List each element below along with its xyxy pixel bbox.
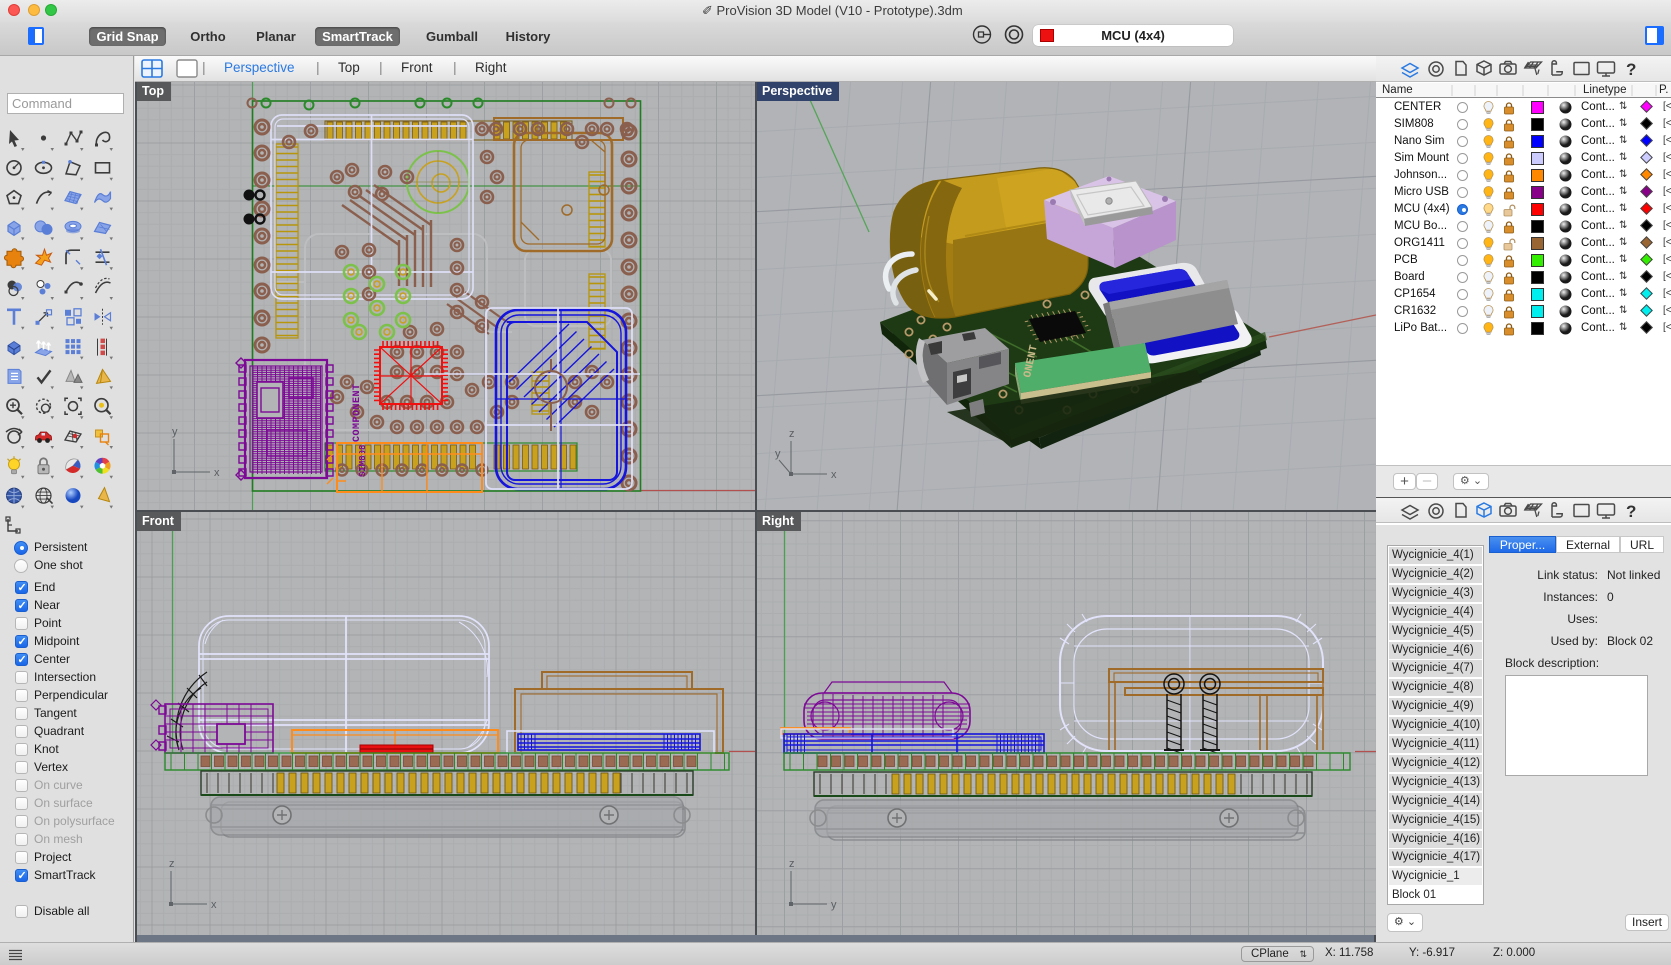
svg-text:?: ? [1626, 502, 1636, 521]
svg-text:y: y [831, 899, 837, 911]
svg-text:z: z [789, 428, 795, 440]
svg-text:x: x [214, 467, 220, 479]
svg-text:COMPONENT: COMPONENT [352, 383, 363, 442]
svg-text:x: x [831, 469, 837, 481]
svg-text:y: y [172, 426, 178, 438]
svg-text:z: z [169, 858, 175, 870]
svg-text:z: z [789, 858, 795, 870]
svg-text:SIM808: SIM808 [358, 445, 368, 477]
svg-text:?: ? [1626, 60, 1636, 79]
svg-text:x: x [211, 899, 217, 911]
svg-text:y: y [775, 448, 781, 460]
